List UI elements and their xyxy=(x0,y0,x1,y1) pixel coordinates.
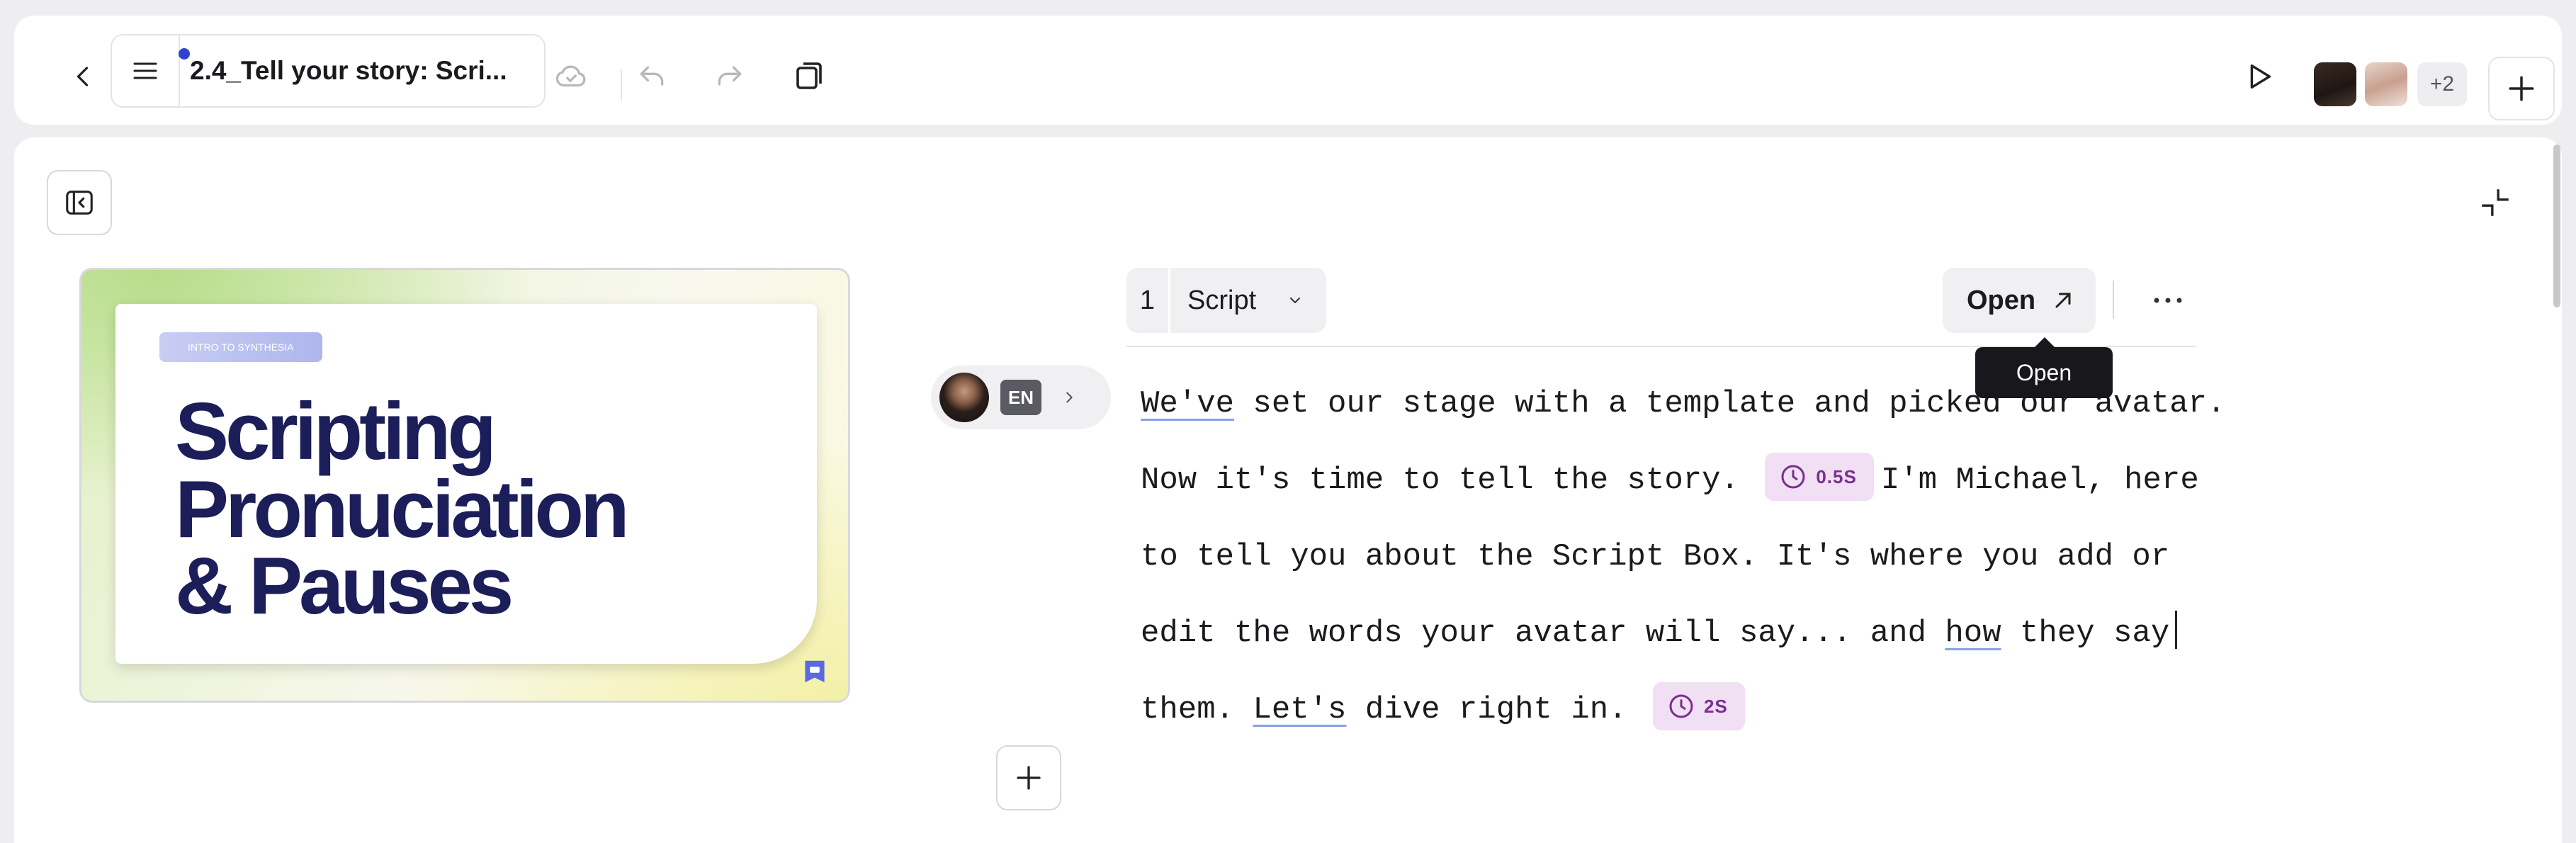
slide-heading-line: Scripting xyxy=(175,387,497,477)
script-text: dive right in. xyxy=(1346,692,1627,728)
script-text: I'm Michael, here xyxy=(1880,463,2199,498)
clock-icon xyxy=(1669,694,1693,718)
open-tooltip: Open xyxy=(1975,337,2113,398)
pronunciation-word[interactable]: Let's xyxy=(1253,692,1346,728)
avatar-language-selector[interactable]: EN xyxy=(931,366,1111,429)
script-line: edit the words your avatar will say... a… xyxy=(1141,595,2203,672)
cloud-sync-icon xyxy=(555,65,586,87)
plus-icon xyxy=(2509,76,2534,101)
toggle-sidebar-button[interactable] xyxy=(47,170,112,235)
back-button[interactable] xyxy=(55,48,112,105)
cloud-sync-button[interactable] xyxy=(550,55,592,98)
scrollbar[interactable] xyxy=(2553,145,2560,307)
chevron-left-icon xyxy=(77,67,89,86)
pause-chip[interactable]: 0.5S xyxy=(1765,453,1874,502)
script-line: them. Let's dive right in. 2S xyxy=(1141,672,2203,748)
slide-heading-line: & Pauses xyxy=(175,541,514,631)
copy-icon xyxy=(796,62,822,89)
script-header: 1 Script Open xyxy=(1126,268,2196,347)
document-title[interactable]: 2.4_Tell your story: Scri... xyxy=(180,56,507,86)
slide-preview[interactable]: INTRO TO SYNTHESIA Scripting Pronuciatio… xyxy=(79,268,850,703)
arrow-up-right-icon xyxy=(2055,293,2071,308)
sidebar-collapse-icon xyxy=(66,191,93,215)
hamburger-icon xyxy=(133,62,157,79)
play-icon xyxy=(2250,64,2271,89)
chevron-down-icon xyxy=(1284,289,1306,312)
redo-button[interactable] xyxy=(708,55,751,98)
slide-card: INTRO TO SYNTHESIA Scripting Pronuciatio… xyxy=(115,304,817,664)
menu-button[interactable] xyxy=(112,35,180,106)
more-options-button[interactable] xyxy=(2147,286,2189,315)
open-button-label: Open xyxy=(1967,285,2036,315)
duplicate-button[interactable] xyxy=(788,55,830,98)
synthesia-logo-icon xyxy=(805,660,825,683)
script-text: Now it's time to tell the story. xyxy=(1141,463,1739,498)
collapse-icon xyxy=(2482,189,2509,216)
script-line: Now it's time to tell the story. 0.5S I'… xyxy=(1141,442,2203,519)
script-type-dropdown[interactable]: 1 Script xyxy=(1126,268,1326,333)
script-editor[interactable]: We've set our stage with a template and … xyxy=(1141,366,2225,748)
plus-icon xyxy=(1017,766,1041,790)
collaborator-avatar[interactable] xyxy=(2365,62,2407,106)
script-type-label: Script xyxy=(1187,285,1257,315)
top-bar: 2.4_Tell your story: Scri... +2 xyxy=(14,16,2562,125)
pause-chip[interactable]: 2S xyxy=(1652,682,1745,731)
collapse-view-button[interactable] xyxy=(2474,181,2516,224)
undo-button[interactable] xyxy=(631,55,673,98)
pause-duration: 2S xyxy=(1703,696,1728,718)
slide-heading-line: Pronuciation xyxy=(175,465,630,555)
pronunciation-word[interactable]: We've xyxy=(1141,386,1234,422)
script-line: to tell you about the Script Box. It's w… xyxy=(1141,539,2170,575)
redo-icon xyxy=(718,66,742,86)
add-button[interactable] xyxy=(2488,57,2555,120)
document-title-pill[interactable]: 2.4_Tell your story: Scri... xyxy=(111,34,546,108)
avatar-thumbnail xyxy=(939,373,989,422)
script-text: them. xyxy=(1141,692,1253,728)
clock-icon xyxy=(1781,465,1805,489)
toolbar-divider xyxy=(621,69,622,101)
open-button[interactable]: Open xyxy=(1943,268,2096,333)
play-button[interactable] xyxy=(2237,55,2280,98)
language-badge: EN xyxy=(1000,380,1041,415)
undo-icon xyxy=(640,66,664,86)
header-divider xyxy=(2113,281,2114,319)
script-text: they say xyxy=(2001,616,2170,651)
slide-tag: INTRO TO SYNTHESIA xyxy=(159,332,322,362)
chevron-right-icon xyxy=(1057,385,1081,409)
more-horizontal-icon xyxy=(2154,298,2182,303)
pause-duration: 0.5S xyxy=(1816,466,1857,488)
text-cursor xyxy=(2175,611,2178,650)
more-collaborators-badge[interactable]: +2 xyxy=(2417,62,2467,106)
add-scene-button[interactable] xyxy=(996,745,1061,810)
script-text: edit the words your avatar will say... a… xyxy=(1141,616,1945,651)
notification-dot xyxy=(179,48,190,60)
pronunciation-word[interactable]: how xyxy=(1945,616,2001,651)
collaborator-avatar[interactable] xyxy=(2314,62,2356,106)
scene-number: 1 xyxy=(1126,268,1170,333)
